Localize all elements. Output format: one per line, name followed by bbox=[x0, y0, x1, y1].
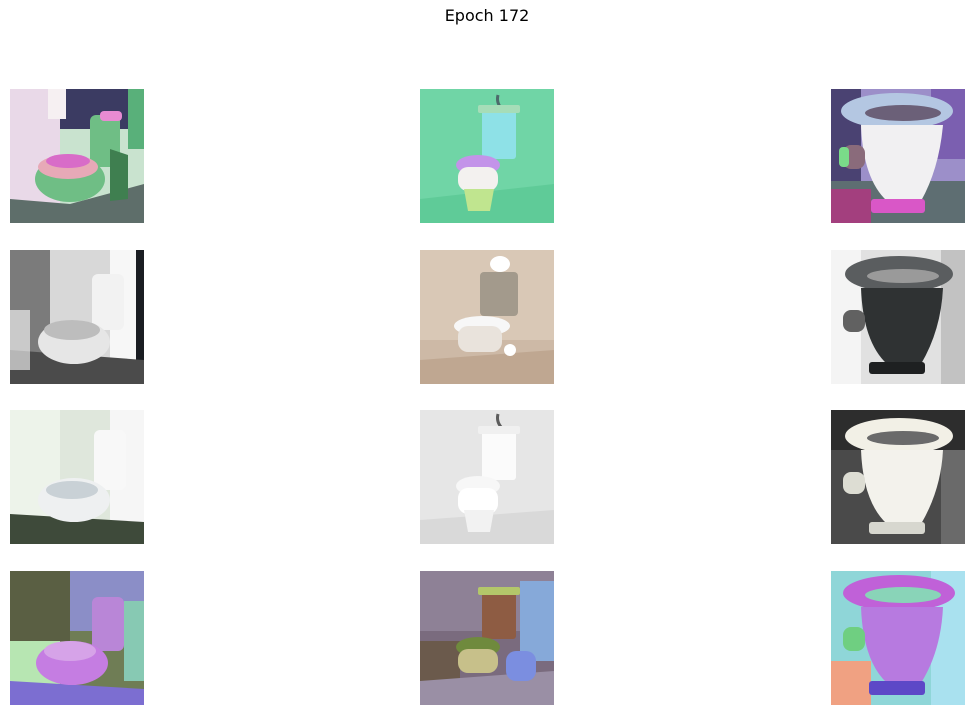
image-tile bbox=[10, 410, 144, 544]
image-tile bbox=[831, 571, 965, 705]
image-tile bbox=[10, 250, 144, 384]
image-tile bbox=[831, 89, 965, 223]
image-tile bbox=[420, 571, 554, 705]
figure-title: Epoch 172 bbox=[444, 6, 530, 25]
image-tile bbox=[831, 250, 965, 384]
image-tile bbox=[420, 250, 554, 384]
image-tile bbox=[10, 571, 144, 705]
image-tile bbox=[831, 410, 965, 544]
image-tile bbox=[420, 89, 554, 223]
image-tile bbox=[10, 89, 144, 223]
image-tile bbox=[420, 410, 554, 544]
